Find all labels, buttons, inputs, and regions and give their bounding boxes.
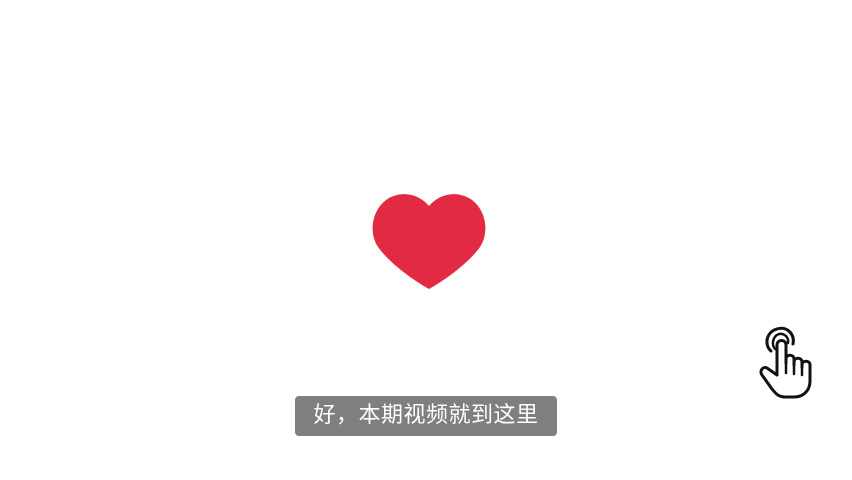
video-subtitle: 好，本期视频就到这里	[295, 396, 557, 436]
heart-icon	[372, 194, 486, 289]
hand-pointer-cursor	[757, 325, 823, 401]
heart-shape	[372, 194, 486, 289]
hand-pointer-icon	[759, 326, 812, 399]
like-button[interactable]	[370, 192, 488, 290]
video-frame: 好，本期视频就到这里	[0, 0, 852, 480]
